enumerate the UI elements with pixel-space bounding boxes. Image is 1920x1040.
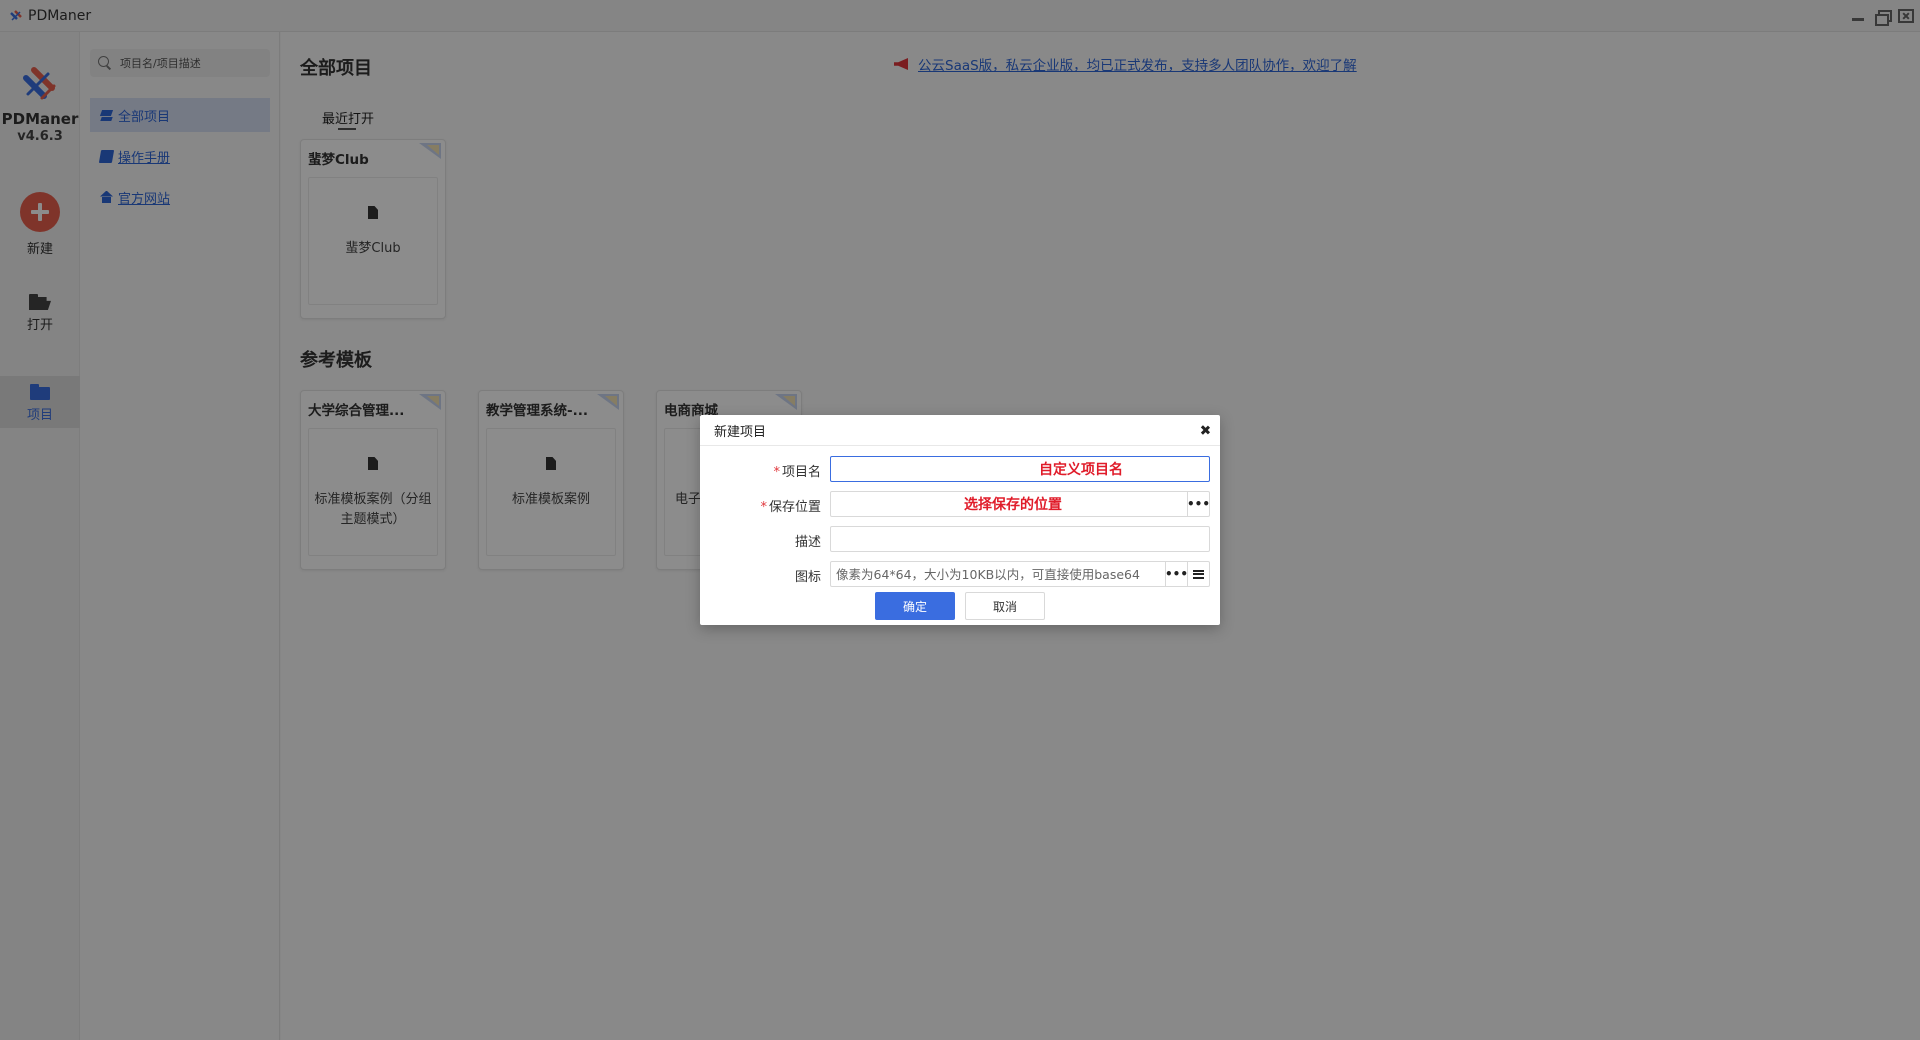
browse-button[interactable]: •••	[1187, 492, 1211, 516]
ellipsis-icon: •••	[1187, 497, 1211, 511]
description-field	[830, 526, 1210, 552]
project-name-label-text: 项目名	[781, 465, 821, 480]
project-name-input[interactable]	[831, 458, 1207, 480]
description-input[interactable]	[831, 528, 1207, 550]
description-label: 描述	[794, 535, 821, 550]
project-name-label: * 项目名	[773, 461, 821, 480]
save-location-row: * 保存位置 ••• 选择保存的位置	[700, 491, 1220, 517]
icon-row: 图标 •••	[700, 561, 1220, 587]
close-icon[interactable]	[1198, 423, 1212, 437]
project-name-annotation: 自定义项目名	[1039, 462, 1123, 478]
confirm-button[interactable]: 确定	[875, 592, 955, 620]
browse-icon-button[interactable]: •••	[1165, 562, 1189, 586]
project-name-field	[830, 456, 1210, 482]
required-mark: *	[773, 465, 780, 480]
icon-input[interactable]	[831, 563, 1165, 585]
icon-list-button[interactable]	[1187, 562, 1209, 586]
save-location-label-text: 保存位置	[768, 500, 821, 515]
icon-field: •••	[830, 561, 1210, 587]
ellipsis-icon: •••	[1165, 567, 1189, 581]
description-row: 描述	[700, 526, 1220, 552]
required-mark: *	[760, 500, 767, 515]
icon-label: 图标	[794, 570, 821, 585]
save-location-label: * 保存位置	[760, 496, 821, 515]
save-location-annotation: 选择保存的位置	[964, 497, 1062, 513]
project-name-row: * 项目名 自定义项目名	[700, 456, 1220, 482]
cancel-button[interactable]: 取消	[965, 592, 1045, 620]
dialog-title: 新建项目	[714, 424, 767, 440]
new-project-dialog: 新建项目 * 项目名 自定义项目名 * 保存位置 ••• 选择保存的位置 描述 图标…	[700, 415, 1220, 625]
dialog-header: 新建项目	[700, 415, 1220, 446]
list-icon	[1193, 569, 1204, 579]
